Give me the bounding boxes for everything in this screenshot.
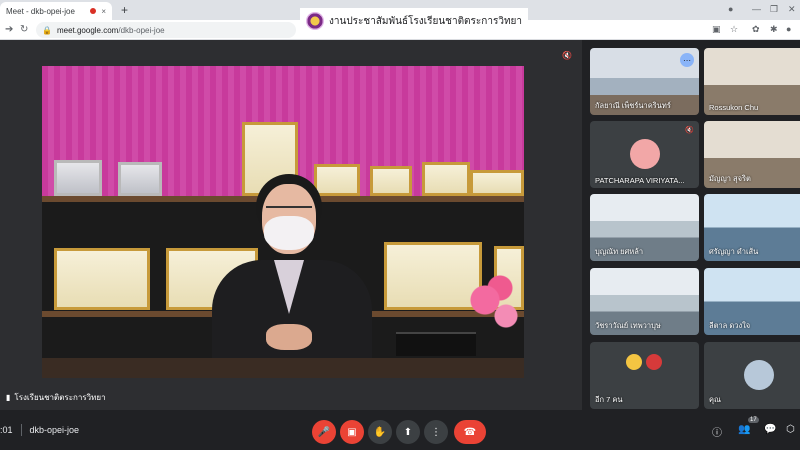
mic-off-icon: 🔇 — [562, 50, 572, 60]
participant-name: Rossukon Chu — [709, 103, 759, 112]
participant-name: กัลยาณี เพ็ชร์นาครินทร์ — [595, 101, 671, 110]
present-screen-icon: ⬆ — [403, 426, 413, 438]
participant-name: บุญณัท ยศหล้า — [595, 247, 644, 256]
close-window-icon[interactable]: ✕ — [788, 4, 796, 15]
reload-icon[interactable]: ↻ — [20, 24, 28, 35]
main-video-tile[interactable]: 🔇 ▮ โรงเรียนชาติตระการวิทยา — [0, 40, 582, 410]
trophy-plaque — [118, 162, 162, 196]
school-seal-icon — [306, 12, 324, 30]
more-vert-icon: ⋮ — [431, 426, 441, 438]
meeting-code[interactable]: dkb-opei-joe — [30, 425, 80, 435]
minimize-icon[interactable]: — — [752, 4, 761, 14]
forward-icon[interactable]: ➔ — [5, 24, 13, 35]
participant-tile[interactable]: อีก 7 คน — [590, 342, 699, 409]
participant-name: มัญญา สุจริต — [709, 174, 751, 183]
binder — [396, 332, 476, 356]
mic-toggle-button[interactable]: 🎤 — [312, 420, 336, 444]
url-host: meet.google.com — [56, 25, 119, 35]
meeting-controls-bar: :01 dkb-opei-joe 🎤 ▣ ✋ ⬆ ⋮ ☎ ⓘ 👥 17 💬 ⬡ — [0, 410, 800, 450]
mic-off-icon: 🔇 — [685, 127, 694, 134]
participant-tile[interactable]: ลีตาล ดวงใจ — [704, 268, 800, 335]
camera-toggle-button[interactable]: ▣ — [340, 420, 364, 444]
award-plaque — [422, 162, 470, 196]
participant-name: ลีตาล ดวงใจ — [709, 321, 751, 330]
info-icon[interactable]: ⓘ — [712, 424, 722, 439]
avatar — [630, 139, 660, 169]
participant-name: อีก 7 คน — [595, 395, 623, 404]
participant-tile[interactable]: Rossukon Chu — [704, 48, 800, 115]
new-tab-button[interactable]: + — [121, 3, 128, 17]
profile-circle-icon[interactable]: ● — [728, 4, 733, 14]
presenter-name-label: ▮ โรงเรียนชาติตระการวิทยา — [6, 391, 106, 404]
tab-title: Meet - dkb-opei-joe — [6, 6, 75, 16]
participant-name: PATCHARAPA VIRIYATA... — [595, 176, 685, 185]
camera-icon[interactable]: ▣ — [712, 24, 721, 35]
clock-time: :01 — [0, 425, 13, 435]
award-plaque — [470, 170, 524, 196]
mic-off-icon: 🎤 — [317, 426, 331, 438]
leave-call-button[interactable]: ☎ — [454, 420, 486, 444]
school-logo-icon — [626, 354, 642, 370]
participant-tile[interactable]: คุณ — [704, 342, 800, 409]
participant-tile[interactable]: 🔇 PATCHARAPA VIRIYATA... — [590, 121, 699, 188]
presenter-video — [42, 66, 524, 378]
participant-name: วัชราวัณย์ เทพวาบุษ — [595, 321, 661, 330]
participant-tile[interactable]: ⋯ กัลยาณี เพ็ชร์นาครินทร์ — [590, 48, 699, 115]
more-options-button[interactable]: ⋮ — [424, 420, 448, 444]
school-banner: งานประชาสัมพันธ์โรงเรียนชาติตระการวิทยา — [300, 8, 529, 34]
certificate-frame — [54, 248, 150, 310]
url-field[interactable]: 🔒 meet.google.com/dkb-opei-joe — [36, 22, 296, 38]
url-path: /dkb-opei-joe — [118, 25, 165, 35]
participant-tile[interactable]: ศรัญญา ดำเส้น — [704, 194, 800, 261]
puzzle-icon[interactable]: ✱ — [770, 24, 778, 35]
avatar[interactable]: ● — [786, 24, 791, 34]
raise-hand-button[interactable]: ✋ — [368, 420, 392, 444]
participant-tile[interactable]: วัชราวัณย์ เทพวาบุษ — [590, 268, 699, 335]
hangup-icon: ☎ — [463, 426, 477, 438]
tab-close-icon[interactable]: × — [101, 7, 106, 16]
participant-tile[interactable]: บุญณัท ยศหล้า — [590, 194, 699, 261]
trophy-plaque — [54, 160, 102, 196]
avatar — [744, 360, 774, 390]
desk — [42, 358, 524, 378]
present-button[interactable]: ⬆ — [396, 420, 420, 444]
face-mask — [264, 216, 314, 250]
presenter-name: โรงเรียนชาติตระการวิทยา — [14, 393, 106, 402]
meet-tab[interactable]: Meet - dkb-opei-joe × — [0, 2, 112, 20]
presenter — [202, 174, 382, 378]
extension-icon[interactable]: ✿ — [752, 24, 760, 35]
people-icon[interactable]: 👥 — [738, 424, 750, 435]
banner-text: งานประชาสัมพันธ์โรงเรียนชาติตระการวิทยา — [329, 15, 523, 27]
activities-icon[interactable]: ⬡ — [786, 424, 795, 435]
participant-name: คุณ — [709, 395, 721, 404]
lock-icon: 🔒 — [42, 25, 52, 35]
more-participants-avatars — [626, 354, 662, 370]
camera-off-icon: ▣ — [347, 426, 357, 438]
more-options-icon[interactable]: ⋯ — [680, 53, 694, 67]
recording-dot-icon — [90, 8, 97, 14]
meeting-info: :01 dkb-opei-joe — [0, 424, 79, 436]
participant-name: ศรัญญา ดำเส้น — [709, 247, 759, 256]
hand-icon: ✋ — [373, 426, 387, 438]
star-icon[interactable]: ☆ — [730, 24, 738, 35]
chat-icon[interactable]: 💬 — [764, 424, 776, 435]
school-logo-icon — [646, 354, 662, 370]
participant-count-badge: 17 — [748, 417, 759, 423]
pin-icon: ▮ — [6, 393, 11, 402]
maximize-icon[interactable]: ❐ — [770, 4, 778, 15]
participant-tile[interactable]: มัญญา สุจริต — [704, 121, 800, 188]
